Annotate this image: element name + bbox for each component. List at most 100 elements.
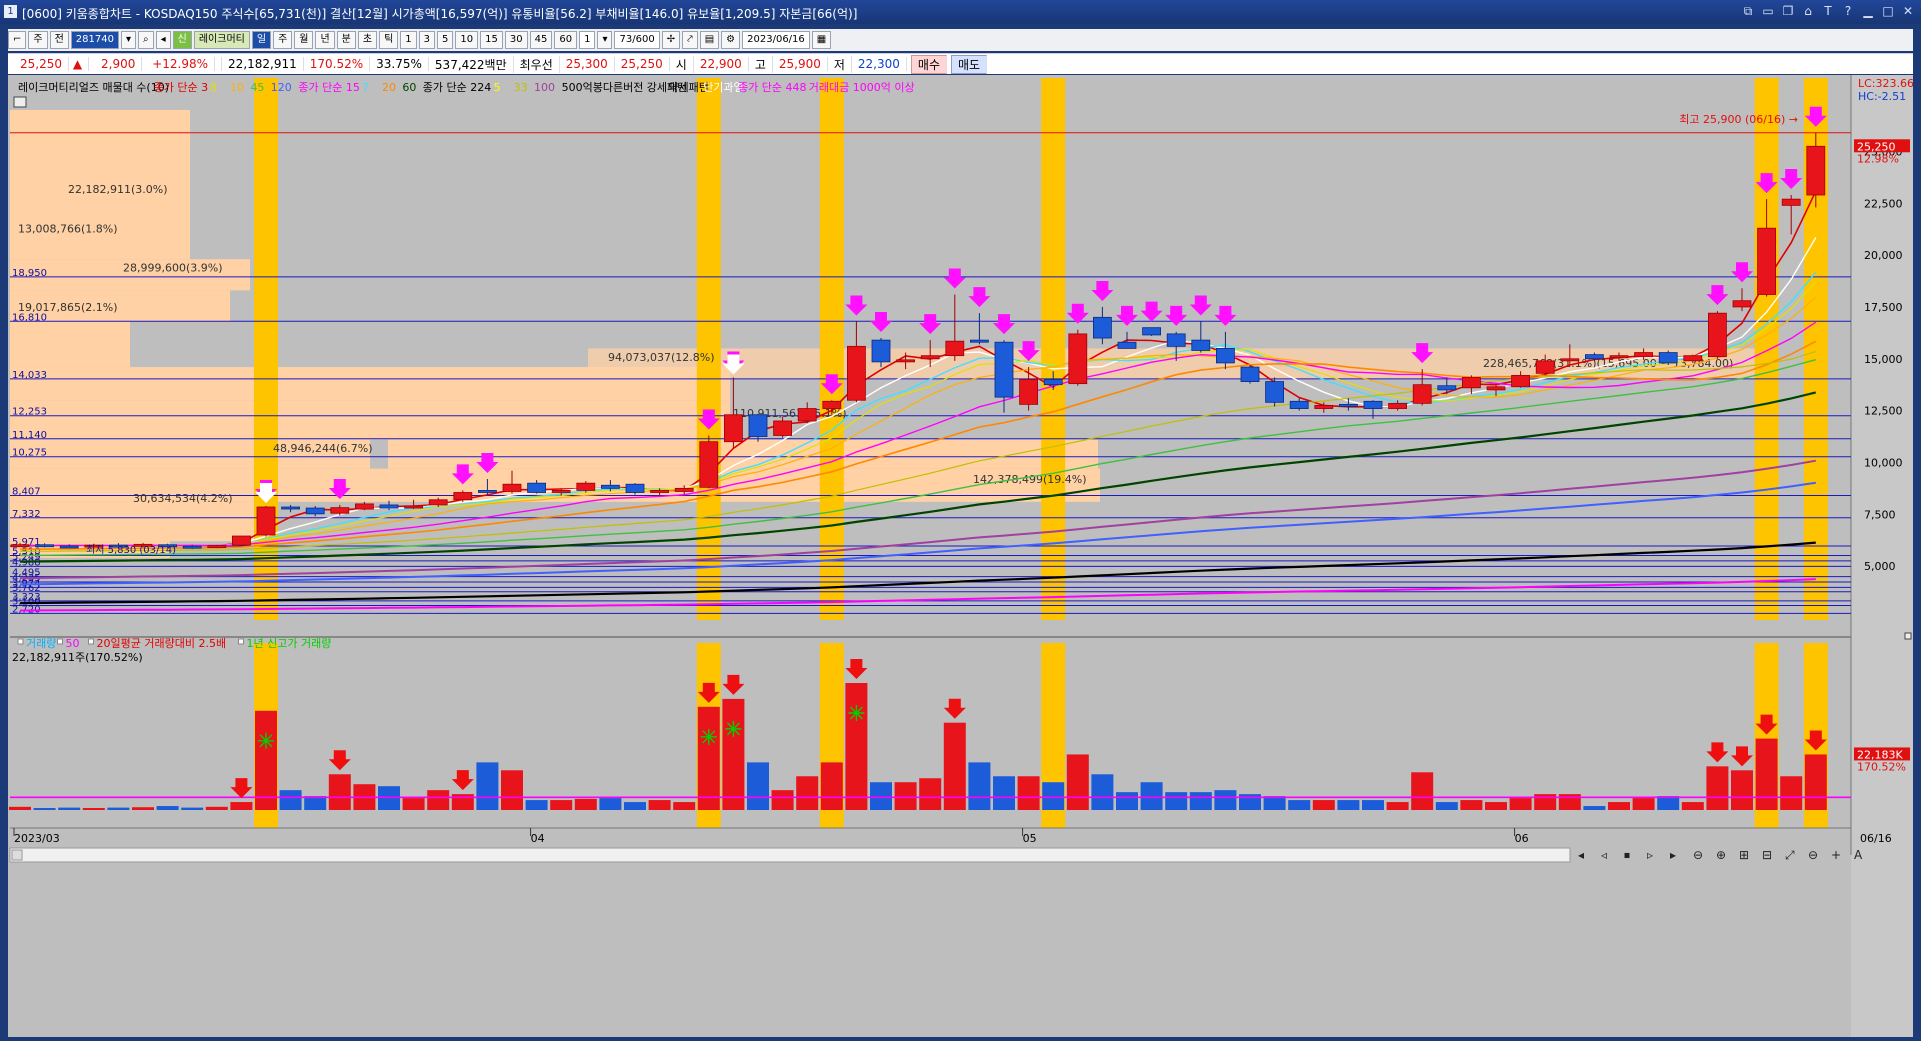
minute-15[interactable]: 15: [480, 31, 503, 49]
legend-item: 20: [382, 81, 396, 94]
window-minimize-button[interactable]: ▁: [1861, 4, 1875, 18]
candle: [1560, 358, 1580, 362]
window-close-button[interactable]: ✕: [1901, 4, 1915, 18]
volume-bar: [993, 776, 1015, 810]
candle: [1289, 400, 1309, 409]
tab-period-year[interactable]: 년: [315, 31, 335, 49]
candle: [1339, 403, 1358, 407]
tab-period-day[interactable]: 일: [251, 31, 272, 49]
draw-tool-icon[interactable]: ⌐: [8, 31, 27, 49]
candle: [1806, 145, 1826, 196]
volume-ratio: 170.52%: [304, 57, 371, 71]
minute-30[interactable]: 30: [504, 31, 528, 49]
minute-10[interactable]: 10: [455, 31, 479, 49]
scroll-control-icon: ◂: [1578, 848, 1584, 862]
turnover-value: 33.75%: [370, 57, 429, 71]
buy-button[interactable]: 매수: [910, 54, 947, 74]
minute-5[interactable]: 5: [437, 31, 454, 49]
volume-bar: [255, 710, 277, 810]
volume-legend-marker: [17, 638, 24, 645]
tab-period-week[interactable]: 주: [273, 31, 293, 49]
sound-icon[interactable]: ◂: [155, 31, 171, 49]
candle: [207, 545, 227, 548]
code-dropdown-icon[interactable]: ▾: [120, 31, 137, 49]
minimize-icon[interactable]: ▭: [1761, 4, 1775, 18]
volume-bar: [796, 776, 819, 810]
volume-legend-marker: [238, 638, 244, 645]
minute-3[interactable]: 3: [418, 31, 436, 49]
legend-item: 100: [534, 81, 555, 94]
restore-icon[interactable]: ❐: [1781, 4, 1795, 18]
profile-label: 28,999,600(3.9%): [123, 262, 223, 275]
new-high-star-icon: [725, 720, 742, 737]
prev-button[interactable]: 전: [49, 31, 69, 49]
volume-bar: [771, 790, 794, 810]
volume-bar: [894, 782, 917, 810]
candle: [1166, 333, 1186, 347]
tab-period-second[interactable]: 초: [357, 31, 378, 49]
link-tool-icon[interactable]: ⤤: [682, 31, 698, 49]
save-icon[interactable]: ▤: [699, 31, 720, 49]
tab-period-month[interactable]: 월: [294, 31, 314, 49]
volume-bar: [1017, 776, 1040, 810]
sell-button[interactable]: 매도: [951, 54, 988, 74]
scroll-control-icon: ⊞: [1739, 848, 1749, 862]
candle: [1708, 312, 1727, 358]
help-icon[interactable]: ?: [1841, 4, 1855, 18]
volume-bar: [1583, 806, 1606, 810]
volume-bar: [1804, 754, 1827, 810]
lock-icon[interactable]: ⌂: [1801, 4, 1815, 18]
date-input[interactable]: 2023/06/16: [742, 31, 810, 49]
interval-dropdown-icon[interactable]: ▾: [597, 31, 613, 49]
high-price: 25,900: [773, 57, 828, 71]
volume-bar: [58, 807, 81, 810]
tab-period-tick[interactable]: 틱: [379, 31, 399, 49]
scroll-control-icon: ⊟: [1762, 848, 1772, 862]
volume-bar: [550, 800, 573, 810]
chart-area[interactable]: 18,950 16,810 14,033 12,253 11,140 10,275 8,40…: [8, 75, 1914, 1037]
font-icon[interactable]: T: [1821, 4, 1835, 18]
settings-icon[interactable]: ⚙: [721, 31, 741, 49]
volume-bar: [181, 807, 204, 810]
volume-bar: [1485, 802, 1507, 810]
candle: [428, 499, 448, 506]
tab-period-minute[interactable]: 분: [336, 31, 356, 49]
volume-bar: [747, 762, 769, 810]
candle: [601, 484, 620, 489]
search-icon[interactable]: ⌕: [138, 31, 154, 49]
volume-bar: [1140, 782, 1163, 810]
legend-item: 60: [402, 81, 416, 94]
calendar-icon[interactable]: ▦: [811, 31, 832, 49]
price-chart[interactable]: 18,95016,81014,03312,25311,14010,2758,40…: [8, 75, 1914, 1037]
candle: [551, 490, 571, 493]
candle: [527, 482, 546, 493]
profile-label: 142,378,499(19.4%): [973, 473, 1087, 486]
interval-input[interactable]: 1: [579, 31, 596, 49]
data-count-input[interactable]: 73/600: [614, 31, 660, 49]
crosshair-icon[interactable]: ✢: [661, 31, 681, 49]
window-maximize-button[interactable]: □: [1881, 4, 1895, 18]
volume-bar: [1681, 802, 1704, 810]
minute-45[interactable]: 45: [529, 31, 553, 49]
title-bar[interactable]: 1 [0600] 키움종합차트 - KOSDAQ150 주식수[65,731(천…: [0, 0, 1921, 24]
volume-bar: [574, 798, 597, 810]
period-select[interactable]: 주: [28, 31, 48, 49]
candle: [1634, 352, 1653, 358]
candle: [625, 483, 645, 493]
volume-bar: [1386, 802, 1409, 810]
volume-bar: [919, 778, 942, 810]
stock-name[interactable]: 레이크머티: [193, 31, 250, 49]
current-pct-tag: 12.98%: [1857, 152, 1899, 165]
stock-code-input[interactable]: 281740: [70, 31, 119, 49]
volume-bar: [968, 762, 991, 810]
minute-60[interactable]: 60: [554, 31, 578, 49]
profile-label: 19,017,865(2.1%): [18, 301, 118, 314]
best-price-label: 최우선: [514, 55, 560, 73]
legend-item: 8: [210, 81, 217, 94]
link-icon[interactable]: ⧉: [1741, 4, 1755, 18]
price-axis-label: 12,500: [1864, 405, 1903, 418]
minute-1[interactable]: 1: [400, 31, 417, 49]
volume-bar: [845, 683, 868, 810]
price-axis-label: 17,500: [1864, 301, 1903, 314]
volume-profile-bar: [10, 501, 260, 542]
